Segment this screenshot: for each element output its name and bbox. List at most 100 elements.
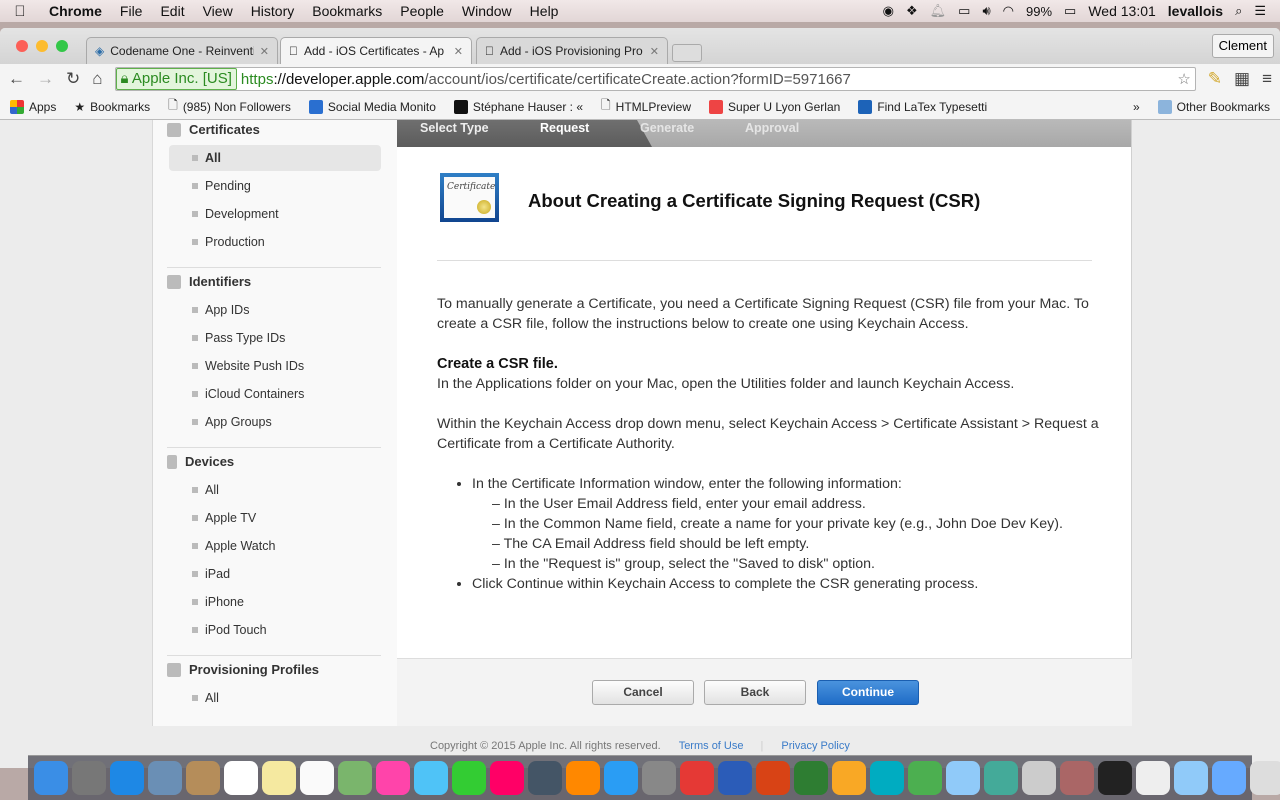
brush-extension-icon[interactable]: ✎ xyxy=(1208,69,1222,89)
volume-icon[interactable]: 🔊︎ xyxy=(982,3,990,19)
dropbox-icon[interactable]: ❖ xyxy=(906,3,918,19)
clock[interactable]: Wed 13:01 xyxy=(1088,3,1155,19)
menu-history[interactable]: History xyxy=(242,3,304,19)
sidebar-section-provisioning[interactable]: Provisioning Profiles xyxy=(167,662,319,677)
dock-chrome-icon[interactable] xyxy=(680,761,714,795)
tab-ios-certificates[interactable]: Add - iOS Certificates - Ap✕ xyxy=(280,37,472,64)
chrome-menu-icon[interactable]: ≡ xyxy=(1262,69,1272,89)
dock-calendar-icon[interactable] xyxy=(224,761,258,795)
dock-finder-icon[interactable] xyxy=(34,761,68,795)
dock-network-icon[interactable] xyxy=(908,761,942,795)
dock-powerpoint-icon[interactable] xyxy=(756,761,790,795)
dock-tux-icon[interactable] xyxy=(1098,761,1132,795)
close-window-button[interactable] xyxy=(16,40,28,52)
bookmark-super-u[interactable]: Super U Lyon Gerlan xyxy=(709,99,840,114)
dock-excel-icon[interactable] xyxy=(794,761,828,795)
dock-ibooks-icon[interactable] xyxy=(566,761,600,795)
tab-codename-one[interactable]: ◈ Codename One - Reinventi ✕ xyxy=(86,37,278,64)
sidebar-item-profiles-all[interactable]: All xyxy=(169,685,381,711)
dock-time-machine-icon[interactable] xyxy=(528,761,562,795)
sidebar-item-development[interactable]: Development xyxy=(169,201,381,227)
bookmark-htmlpreview[interactable]: 🗋 HTMLPreview xyxy=(601,96,691,117)
ev-certificate-badge[interactable]: 🔒︎ Apple Inc. [US] xyxy=(115,68,237,90)
spotlight-icon[interactable]: ⌕ xyxy=(1235,3,1242,19)
dock-reminders-icon[interactable] xyxy=(300,761,334,795)
profile-button[interactable]: Clement xyxy=(1211,34,1274,58)
sidebar-item-devices-all[interactable]: All xyxy=(169,477,381,503)
sidebar-item-iphone[interactable]: iPhone xyxy=(169,589,381,615)
wifi-icon[interactable]: ◠ xyxy=(1003,3,1014,19)
forward-icon[interactable]: → xyxy=(37,69,54,89)
sidebar-section-devices[interactable]: Devices xyxy=(167,454,234,469)
dock-documents-icon[interactable] xyxy=(1136,761,1170,795)
bookmark-social-media[interactable]: Social Media Monito xyxy=(308,99,436,114)
bookmark-apps[interactable]: Apps xyxy=(10,99,56,114)
sidebar-item-production[interactable]: Production xyxy=(169,229,381,255)
privacy-link[interactable]: Privacy Policy xyxy=(781,740,849,752)
sidebar-section-certificates[interactable]: Certificates xyxy=(167,122,260,137)
dock-notes-icon[interactable] xyxy=(262,761,296,795)
home-icon[interactable]: ⌂ xyxy=(92,69,102,89)
menu-app[interactable]: Chrome xyxy=(40,3,111,19)
dock-satellite-icon[interactable] xyxy=(1022,761,1056,795)
continue-button[interactable]: Continue xyxy=(817,680,919,705)
record-icon[interactable]: ◉ xyxy=(883,3,894,19)
bookmark-non-followers[interactable]: 🗋 (985) Non Followers xyxy=(168,96,291,117)
film-extension-icon[interactable]: ▦ xyxy=(1234,69,1250,89)
zoom-window-button[interactable] xyxy=(56,40,68,52)
bookmark-latex[interactable]: Find LaTex Typesetti xyxy=(858,99,987,114)
dock-preview-icon[interactable] xyxy=(148,761,182,795)
minimize-window-button[interactable] xyxy=(36,40,48,52)
close-tab-icon[interactable]: ✕ xyxy=(650,45,659,58)
dock-system-preferences-icon[interactable] xyxy=(642,761,676,795)
menu-people[interactable]: People xyxy=(391,3,453,19)
apple-menu-icon[interactable]:  xyxy=(0,3,40,20)
dock-trash-icon[interactable] xyxy=(1250,761,1280,795)
airplay-icon[interactable]: ▭ xyxy=(958,3,970,19)
close-tab-icon[interactable]: ✕ xyxy=(454,45,463,58)
sidebar-item-apple-watch[interactable]: Apple Watch xyxy=(169,533,381,559)
bookmark-other[interactable]: Other Bookmarks xyxy=(1157,99,1280,114)
sidebar-item-apple-tv[interactable]: Apple TV xyxy=(169,505,381,531)
sidebar-section-identifiers[interactable]: Identifiers xyxy=(167,274,251,289)
dock-launchpad-icon[interactable] xyxy=(72,761,106,795)
back-button[interactable]: Back xyxy=(704,680,806,705)
dock-facetime-icon[interactable] xyxy=(452,761,486,795)
dock-codename-one-icon[interactable] xyxy=(870,761,904,795)
sidebar-item-certificates-all[interactable]: All xyxy=(169,145,381,171)
user-name[interactable]: levallois xyxy=(1168,3,1223,19)
sidebar-item-app-groups[interactable]: App Groups xyxy=(169,409,381,435)
menu-file[interactable]: File xyxy=(111,3,152,19)
notification-center-icon[interactable]: ☰ xyxy=(1254,3,1266,19)
dock-safari-icon[interactable] xyxy=(110,761,144,795)
dock-network-utility-icon[interactable] xyxy=(984,761,1018,795)
dock-photos-icon[interactable] xyxy=(376,761,410,795)
terms-link[interactable]: Terms of Use xyxy=(679,740,744,752)
menu-edit[interactable]: Edit xyxy=(151,3,193,19)
sidebar-item-ipod-touch[interactable]: iPod Touch xyxy=(169,617,381,643)
bookmark-bookmarks[interactable]: ★ Bookmarks xyxy=(74,100,150,114)
dock-virtualbox-2-icon[interactable] xyxy=(1174,761,1208,795)
dock-messages-icon[interactable] xyxy=(414,761,448,795)
dock-itunes-icon[interactable] xyxy=(490,761,524,795)
dock-maps-icon[interactable] xyxy=(338,761,372,795)
sidebar-item-pass-type-ids[interactable]: Pass Type IDs xyxy=(169,325,381,351)
dock-virtualbox-icon[interactable] xyxy=(946,761,980,795)
bookmark-stephane-hauser[interactable]: Stéphane Hauser : « xyxy=(453,99,583,114)
sidebar-item-pending[interactable]: Pending xyxy=(169,173,381,199)
battery-percent[interactable]: 99% xyxy=(1026,4,1052,19)
battery-icon[interactable]: ▭ xyxy=(1064,3,1076,19)
menu-view[interactable]: View xyxy=(194,3,242,19)
close-tab-icon[interactable]: ✕ xyxy=(260,45,269,58)
url-text[interactable]: https://developer.apple.com/account/ios/… xyxy=(241,71,851,88)
dock-outlook-icon[interactable] xyxy=(832,761,866,795)
bookmark-star-icon[interactable]: ☆ xyxy=(1177,70,1194,88)
address-bar[interactable]: 🔒︎ Apple Inc. [US] https://developer.app… xyxy=(114,67,1196,91)
notification-icon[interactable]: 🔔︎ xyxy=(930,3,947,19)
menu-window[interactable]: Window xyxy=(453,3,521,19)
menu-bookmarks[interactable]: Bookmarks xyxy=(303,3,391,19)
sidebar-item-website-push-ids[interactable]: Website Push IDs xyxy=(169,353,381,379)
new-tab-button[interactable] xyxy=(672,44,702,62)
dock-finder-2-icon[interactable] xyxy=(1212,761,1246,795)
bookmarks-overflow[interactable]: » xyxy=(1133,100,1140,114)
